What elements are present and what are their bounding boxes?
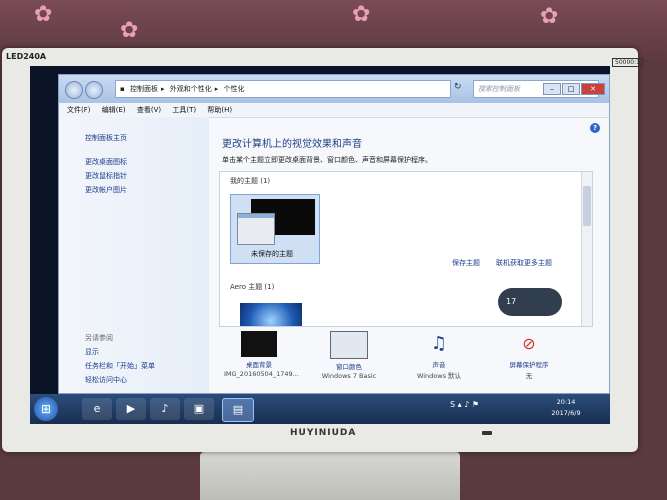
sidebar-change-mouse-pointers[interactable]: 更改鼠标指针 [85, 171, 127, 181]
start-button[interactable]: ⊞ [34, 397, 58, 421]
sidebar-control-panel-home[interactable]: 控制面板主页 [85, 133, 127, 143]
taskbar-media-icon[interactable]: ▶ [116, 398, 146, 420]
taskbar-app-icon[interactable]: ▣ [184, 398, 214, 420]
screensaver-button[interactable]: ⊘ 屏幕保护程序 无 [494, 331, 564, 380]
window-color-icon [330, 331, 368, 359]
sidebar: 控制面板主页 更改桌面图标 更改鼠标指针 更改帐户图片 另请参阅 显示 任务栏和… [59, 117, 209, 393]
taskbar-music-icon[interactable]: ♪ [150, 398, 180, 420]
my-themes-heading: 我的主题 (1) [230, 177, 271, 185]
window-controls: – □ ✕ [542, 76, 605, 95]
screensaver-label: 屏幕保护程序 [509, 361, 549, 369]
music-note-icon: ♫ [430, 333, 448, 354]
screen: ▪ 控制面板 ▸ 外观和个性化 ▸ 个性化 ↻ 搜索控制面板 – □ ✕ 文件(F) 编… [30, 66, 610, 424]
desktop-background-value: IMG_20160504_1749... [224, 370, 299, 378]
see-also-heading: 另请参阅 [85, 334, 113, 342]
taskbar: ⊞ e ▶ ♪ ▣ ▤ S ▴ ♪ ⚑ 20:14 2017/6/9 [30, 394, 610, 424]
no-screensaver-icon: ⊘ [522, 334, 536, 353]
taskbar-ie-icon[interactable]: e [82, 398, 112, 420]
taskbar-control-panel-icon[interactable]: ▤ [222, 398, 254, 422]
close-button[interactable]: ✕ [581, 83, 605, 95]
system-tray: S ▴ ♪ ⚑ [450, 400, 479, 409]
title-bar: ▪ 控制面板 ▸ 外观和个性化 ▸ 个性化 ↻ 搜索控制面板 – □ ✕ [59, 75, 609, 103]
desktop-background-button[interactable]: 桌面背景 IMG_20160504_1749... [224, 331, 299, 378]
address-bar[interactable]: ▪ 控制面板 ▸ 外观和个性化 ▸ 个性化 [115, 80, 451, 98]
flower-decoration: ✿ [34, 2, 53, 27]
menu-bar: 文件(F) 编辑(E) 查看(V) 工具(T) 帮助(H) [59, 103, 609, 118]
sidebar-ease-of-access[interactable]: 轻松访问中心 [85, 375, 127, 385]
maximize-button[interactable]: □ [562, 83, 580, 95]
screensaver-value: 无 [525, 372, 533, 380]
sounds-button[interactable]: ♫ 声音 Windows 默认 [404, 331, 474, 380]
flower-decoration: ✿ [120, 18, 139, 43]
help-icon[interactable]: ? [590, 123, 600, 133]
forward-button[interactable] [85, 81, 103, 99]
menu-file[interactable]: 文件(F) [67, 106, 91, 114]
flower-decoration: ✿ [352, 2, 371, 27]
tray-volume-icon[interactable]: ♪ [464, 400, 469, 409]
menu-tools[interactable]: 工具(T) [172, 106, 196, 114]
personalization-window: ▪ 控制面板 ▸ 外观和个性化 ▸ 个性化 ↻ 搜索控制面板 – □ ✕ 文件(F) 编… [58, 74, 610, 394]
sounds-value: Windows 默认 [416, 372, 462, 380]
unsaved-theme-label: 未保存的主题 [251, 250, 293, 258]
window-color-value: Windows 7 Basic [321, 372, 377, 380]
monitor-model: LED240A [6, 52, 47, 61]
menu-help[interactable]: 帮助(H) [207, 106, 232, 114]
main-content: ? 更改计算机上的视觉效果和声音 单击某个主题立即更改桌面背景、窗口颜色、声音和… [214, 117, 604, 393]
monitor-stand [200, 452, 460, 500]
folder-icon: ▪ [120, 85, 125, 93]
desktop-background-icon [241, 331, 277, 357]
chevron-right-icon: ▸ [160, 85, 165, 93]
taskbar-clock[interactable]: 20:14 2017/6/9 [542, 397, 590, 419]
unsaved-theme-tile[interactable]: 未保存的主题 [230, 194, 320, 264]
menu-view[interactable]: 查看(V) [137, 106, 161, 114]
scrollbar-thumb[interactable] [583, 186, 591, 226]
desktop-background-label: 桌面背景 [246, 361, 272, 369]
sidebar-change-account-picture[interactable]: 更改帐户图片 [85, 185, 127, 195]
clock-time: 20:14 [556, 398, 576, 406]
window-color-label: 窗口颜色 [336, 363, 362, 371]
sidebar-change-desktop-icons[interactable]: 更改桌面图标 [85, 157, 127, 167]
sidebar-taskbar-start[interactable]: 任务栏和「开始」菜单 [85, 361, 155, 371]
save-theme-link[interactable]: 保存主题 [452, 258, 480, 268]
page-title: 更改计算机上的视觉效果和声音 [222, 139, 362, 150]
tray-network-icon[interactable]: ▴ [458, 400, 462, 409]
monitor-brand: HUYINIUDA [290, 428, 357, 438]
page-description: 单击某个主题立即更改桌面背景、窗口颜色、声音和屏幕保护程序。 [222, 156, 432, 164]
contrast-badge: 50000:1 [612, 58, 643, 67]
theme-list: 我的主题 (1) 未保存的主题 保存主题 联机获取更多主题 17 Aero 主题… [219, 171, 593, 327]
power-button[interactable] [482, 431, 492, 435]
menu-edit[interactable]: 编辑(E) [102, 106, 126, 114]
tray-flag-icon[interactable]: ⚑ [472, 400, 479, 409]
sounds-label: 声音 [432, 361, 446, 369]
tray-input-icon[interactable]: S [450, 400, 455, 409]
clock-gadget[interactable]: 17 [498, 288, 562, 316]
sidebar-display[interactable]: 显示 [85, 347, 99, 357]
breadcrumb-control-panel[interactable]: 控制面板 [130, 85, 158, 93]
aero-themes-heading: Aero 主题 (1) [230, 283, 275, 291]
aero-theme-tile[interactable] [240, 303, 302, 326]
minimize-button[interactable]: – [543, 83, 561, 95]
window-color-button[interactable]: 窗口颜色 Windows 7 Basic [314, 331, 384, 380]
back-button[interactable] [65, 81, 83, 99]
theme-window-preview [237, 213, 275, 245]
clock-date: 2017/6/9 [551, 409, 581, 417]
online-themes-link[interactable]: 联机获取更多主题 [496, 258, 552, 268]
flower-decoration: ✿ [540, 4, 559, 29]
theme-list-scrollbar[interactable] [581, 172, 592, 326]
breadcrumb-appearance[interactable]: 外观和个性化 [170, 85, 212, 93]
breadcrumb-personalization[interactable]: 个性化 [223, 85, 244, 93]
chevron-right-icon: ▸ [214, 85, 219, 93]
refresh-icon[interactable]: ↻ [454, 82, 462, 92]
